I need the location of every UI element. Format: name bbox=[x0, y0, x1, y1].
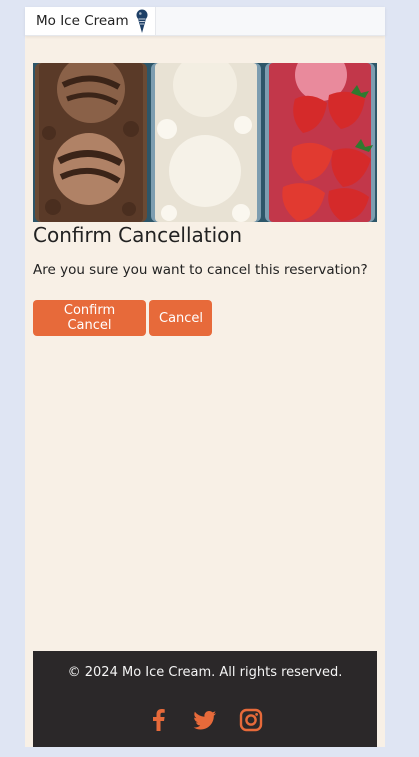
footer: © 2024 Mo Ice Cream. All rights reserved… bbox=[33, 651, 377, 747]
cancel-button[interactable]: Cancel bbox=[149, 300, 212, 336]
confirm-cancel-button[interactable]: Confirm Cancel bbox=[33, 300, 146, 336]
page-title: Confirm Cancellation bbox=[33, 223, 243, 247]
instagram-icon[interactable] bbox=[238, 707, 264, 733]
page: Mo Ice Cream Confirm Cancellation Are yo… bbox=[25, 7, 385, 747]
copyright-text: © 2024 Mo Ice Cream. All rights reserved… bbox=[67, 665, 343, 680]
facebook-icon[interactable] bbox=[146, 707, 172, 733]
brand-name: Mo Ice Cream bbox=[36, 13, 129, 29]
confirmation-message: Are you sure you want to cancel this res… bbox=[33, 262, 368, 278]
ice-cream-cone-icon bbox=[136, 9, 148, 33]
hero-image bbox=[33, 63, 377, 222]
navbar: Mo Ice Cream bbox=[25, 7, 385, 36]
brand-link[interactable]: Mo Ice Cream bbox=[25, 7, 156, 35]
twitter-icon[interactable] bbox=[192, 707, 218, 733]
social-links bbox=[33, 707, 377, 733]
